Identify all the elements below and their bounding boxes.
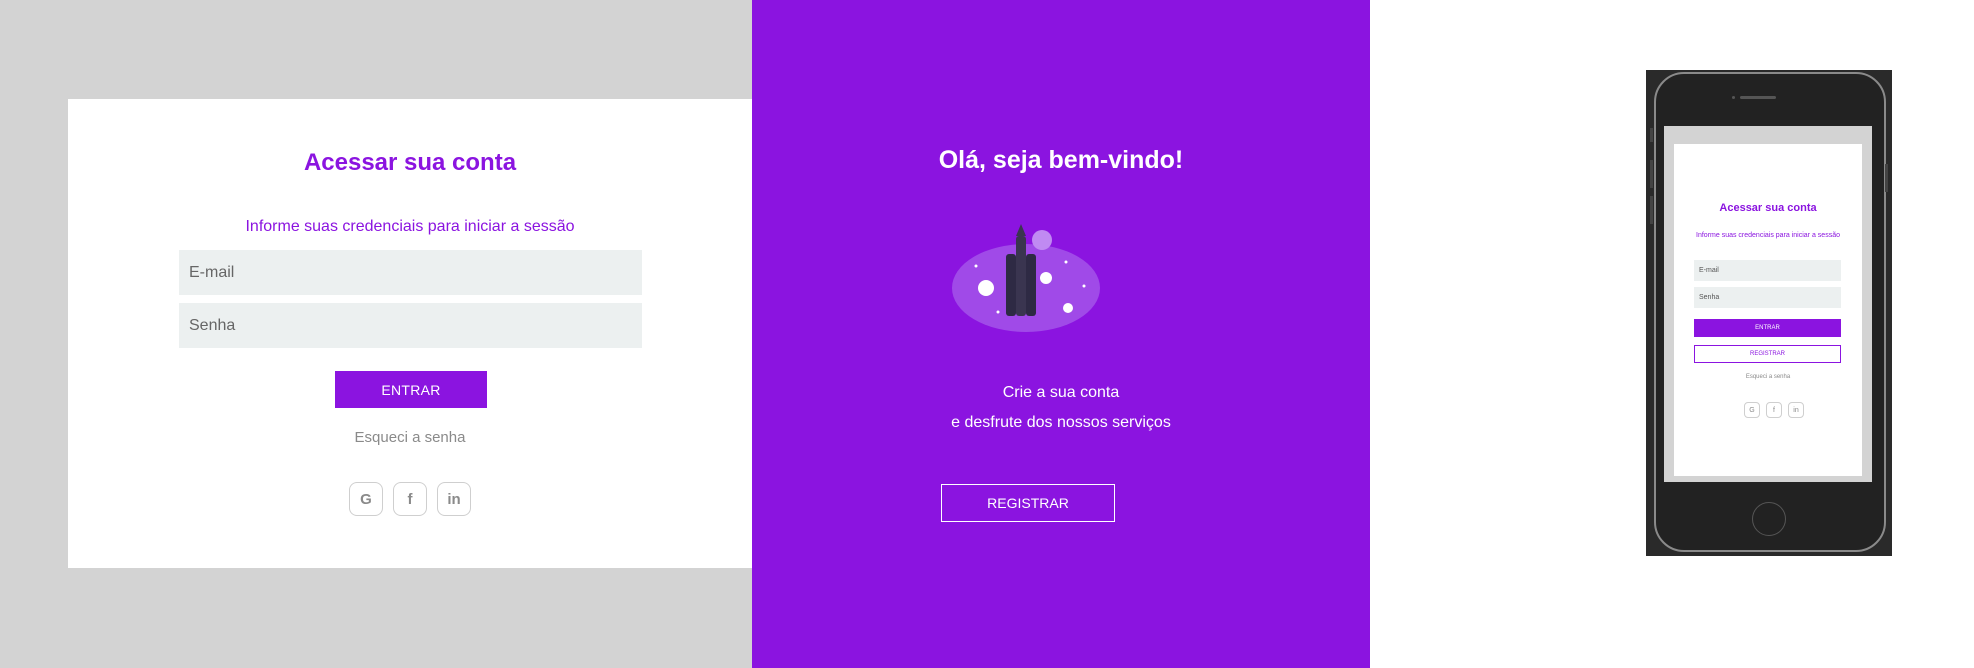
mobile-password-field[interactable]: Senha — [1694, 287, 1841, 308]
phone-side-button — [1650, 128, 1653, 142]
facebook-login-button[interactable]: f — [393, 482, 427, 516]
phone-side-button — [1885, 164, 1888, 192]
phone-mockup: Acessar sua conta Informe suas credencia… — [1646, 70, 1892, 556]
mobile-register-button[interactable]: REGISTRAR — [1694, 345, 1841, 363]
email-field[interactable] — [179, 250, 642, 295]
linkedin-login-button[interactable]: in — [437, 482, 471, 516]
forgot-password-link[interactable]: Esqueci a senha — [68, 429, 752, 446]
mobile-google-icon[interactable]: G — [1744, 402, 1760, 418]
camera-icon — [1732, 96, 1735, 99]
login-subtitle: Informe suas credenciais para iniciar a … — [245, 218, 575, 235]
mobile-login-subtitle: Informe suas credenciais para iniciar a … — [1696, 232, 1840, 239]
mobile-forgot-password-link[interactable]: Esqueci a senha — [1674, 374, 1862, 380]
login-card: Acessar sua conta Informe suas credencia… — [68, 99, 752, 568]
mobile-enter-button[interactable]: ENTRAR — [1694, 319, 1841, 337]
speaker-icon — [1740, 96, 1776, 99]
google-login-button[interactable]: G — [349, 482, 383, 516]
phone-side-button — [1650, 196, 1653, 224]
register-button[interactable]: REGISTRAR — [941, 484, 1115, 522]
home-button-icon — [1752, 502, 1786, 536]
mobile-email-field[interactable]: E-mail — [1694, 260, 1841, 281]
rocket-illustration — [952, 224, 1100, 332]
password-field[interactable] — [179, 303, 642, 348]
welcome-title: Olá, seja bem-vindo! — [938, 146, 1184, 174]
welcome-line1: Crie a sua conta — [1002, 384, 1120, 401]
mobile-linkedin-icon[interactable]: in — [1788, 402, 1804, 418]
enter-button[interactable]: ENTRAR — [335, 371, 487, 408]
social-login-group: G f in — [349, 482, 471, 516]
welcome-line2: e desfrute dos nossos serviços — [951, 414, 1171, 431]
linkedin-icon: in — [447, 490, 461, 508]
facebook-icon: f — [407, 490, 413, 508]
phone-screen: Acessar sua conta Informe suas credencia… — [1664, 126, 1872, 482]
login-title: Acessar sua conta — [303, 149, 517, 176]
mobile-login-title: Acessar sua conta — [1719, 202, 1817, 214]
mobile-login-card: Acessar sua conta Informe suas credencia… — [1674, 144, 1862, 476]
phone-side-button — [1650, 160, 1653, 188]
welcome-panel: Olá, seja bem-vindo! Crie a sua conta e … — [752, 0, 1370, 668]
mobile-facebook-icon[interactable]: f — [1766, 402, 1782, 418]
page-stage: Acessar sua conta Informe suas credencia… — [0, 0, 1974, 668]
mobile-social-group: G f in — [1744, 402, 1804, 418]
google-icon: G — [360, 490, 372, 508]
